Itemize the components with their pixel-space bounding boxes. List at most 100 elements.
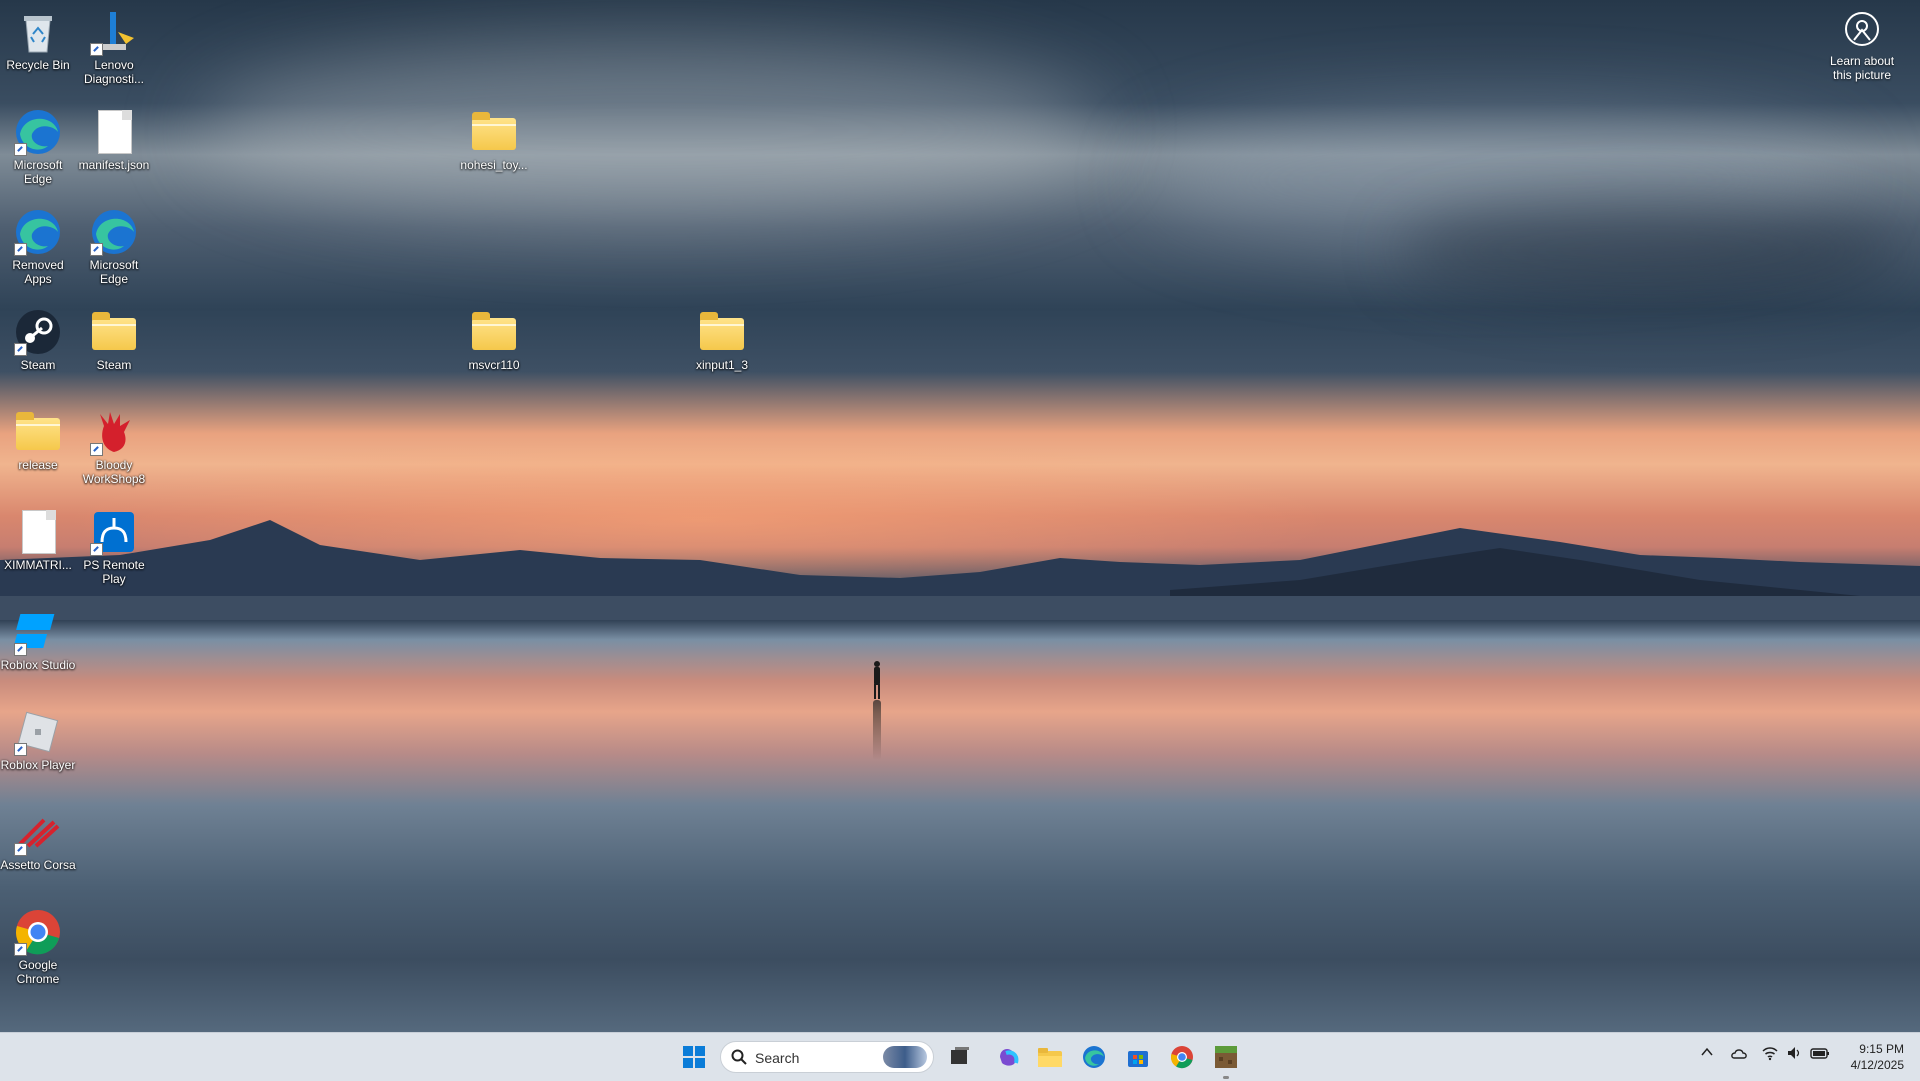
desktop-icon-removed-apps[interactable]: Removed Apps: [0, 208, 76, 286]
desktop-icon-steam[interactable]: Steam: [0, 308, 76, 372]
shortcut-arrow-icon: [14, 843, 27, 856]
desktop-icon-label: Bloody WorkShop8: [82, 458, 146, 486]
desktop-icon-manifest-json[interactable]: manifest.json: [76, 108, 152, 172]
clock-date: 4/12/2025: [1850, 1058, 1904, 1072]
desktop-icon-recycle-bin[interactable]: Recycle Bin: [0, 8, 76, 72]
taskbar-edge[interactable]: [1078, 1041, 1110, 1073]
shortcut-arrow-icon: [14, 643, 27, 656]
lenovo-diagnostics-icon: [90, 8, 138, 56]
folder-icon: [470, 108, 518, 156]
steam-icon: [14, 308, 62, 356]
minecraft-icon: [1215, 1046, 1237, 1068]
ps-remote-play-icon: [90, 508, 138, 556]
task-view-icon: [951, 1047, 969, 1064]
desktop-icon-label: Steam: [96, 358, 132, 372]
desktop-icon-lenovo-diagnostics[interactable]: Lenovo Diagnosti...: [76, 8, 152, 86]
volume-icon: [1788, 1047, 1800, 1059]
folder-icon: [90, 308, 138, 356]
microsoft-store-icon: [1128, 1051, 1148, 1067]
shortcut-arrow-icon: [14, 243, 27, 256]
chevron-up-icon: [1701, 1047, 1713, 1056]
taskbar-chrome[interactable]: [1166, 1041, 1198, 1073]
desktop-icon-label: Removed Apps: [12, 258, 64, 286]
wallpaper-reflection: [873, 700, 881, 760]
edge-icon: [14, 208, 62, 256]
learn-about-picture-button[interactable]: Learn about this picture: [1822, 12, 1902, 82]
desktop-icon-label: Recycle Bin: [6, 58, 70, 72]
desktop-icon-label: nohesi_toy...: [460, 158, 528, 172]
taskbar-microsoft-store[interactable]: [1122, 1041, 1154, 1073]
taskbar-clock[interactable]: 9:15 PM 4/12/2025: [1851, 1041, 1904, 1073]
tray-cloud[interactable]: [1730, 1045, 1748, 1064]
desktop-icon-ximmatri[interactable]: XIMMATRI...: [0, 508, 76, 572]
shortcut-arrow-icon: [90, 43, 103, 56]
desktop-icon-release[interactable]: release: [0, 408, 76, 472]
start-icon: [683, 1046, 705, 1068]
chrome-icon: [1170, 1046, 1193, 1069]
desktop-icon-xinput1-3[interactable]: xinput1_3: [684, 308, 760, 372]
desktop-icon-bloody-workshop[interactable]: Bloody WorkShop8: [76, 408, 152, 486]
show-hidden-icons-button[interactable]: [1700, 1045, 1714, 1062]
document-icon: [90, 108, 138, 156]
search-highlight-icon: [883, 1046, 927, 1068]
shortcut-arrow-icon: [14, 343, 27, 356]
folder-icon: [14, 408, 62, 456]
wallpaper-cloud: [200, 40, 1100, 220]
roblox-player-icon: [14, 708, 62, 756]
taskbar-microsoft-365[interactable]: [992, 1041, 1024, 1073]
tray-volume[interactable]: [1786, 1045, 1802, 1064]
desktop-icon-microsoft-edge-2[interactable]: Microsoft Edge: [76, 208, 152, 286]
learn-about-label: Learn about this picture: [1829, 54, 1895, 82]
bloody-icon: [90, 408, 138, 456]
desktop-icon-label: manifest.json: [78, 158, 150, 172]
search-icon: [731, 1049, 747, 1065]
folder-icon: [470, 308, 518, 356]
desktop-icon-google-chrome[interactable]: Google Chrome: [0, 908, 76, 986]
microsoft-365-icon: [1000, 1049, 1019, 1066]
edge-icon: [1083, 1046, 1105, 1068]
desktop-icon-label: msvcr110: [468, 358, 520, 372]
desktop-icon-label: Microsoft Edge: [13, 158, 63, 186]
tray-network[interactable]: [1762, 1045, 1778, 1064]
onedrive-icon: [1731, 1049, 1747, 1059]
desktop-icon-label: xinput1_3: [695, 358, 749, 372]
shortcut-arrow-icon: [14, 143, 27, 156]
battery-icon: [1810, 1048, 1829, 1059]
wallpaper-mountains: [0, 520, 1920, 620]
desktop-icon-steam-folder[interactable]: Steam: [76, 308, 152, 372]
desktop-icon-label: PS Remote Play: [83, 558, 145, 586]
desktop-icon-assetto-corsa[interactable]: Assetto Corsa: [0, 808, 76, 872]
running-indicator: [1223, 1076, 1229, 1079]
desktop-icon-ps-remote-play[interactable]: PS Remote Play: [76, 508, 152, 586]
desktop-icon-label: release: [18, 458, 58, 472]
start-button[interactable]: [678, 1041, 710, 1073]
assetto-corsa-icon: [14, 808, 62, 856]
edge-icon: [14, 108, 62, 156]
wallpaper-walker: [874, 661, 880, 699]
desktop-icon-microsoft-edge[interactable]: Microsoft Edge: [0, 108, 76, 186]
shortcut-arrow-icon: [90, 543, 103, 556]
desktop-icon-label: Microsoft Edge: [89, 258, 139, 286]
camera-icon: [1845, 12, 1879, 46]
taskbar-minecraft[interactable]: [1210, 1041, 1242, 1079]
wifi-icon: [1762, 1047, 1778, 1061]
desktop-icon-label: Assetto Corsa: [0, 858, 76, 872]
tray-battery[interactable]: [1810, 1045, 1830, 1064]
taskbar-file-explorer[interactable]: [1034, 1041, 1066, 1073]
edge-icon: [90, 208, 138, 256]
taskbar: Search 9:15 PM 4/12/2025: [0, 1032, 1920, 1081]
desktop-icon-roblox-studio[interactable]: Roblox Studio: [0, 608, 76, 672]
shortcut-arrow-icon: [90, 443, 103, 456]
desktop-icon-nohesi-toy[interactable]: nohesi_toy...: [456, 108, 532, 172]
taskbar-search-box[interactable]: Search: [720, 1041, 934, 1073]
document-icon: [14, 508, 62, 556]
shortcut-arrow-icon: [14, 943, 27, 956]
file-explorer-icon: [1038, 1048, 1062, 1067]
desktop-icon-msvcr110[interactable]: msvcr110: [456, 308, 532, 372]
desktop-icon-roblox-player[interactable]: Roblox Player: [0, 708, 76, 772]
task-view-button[interactable]: [944, 1041, 976, 1073]
desktop-icon-label: Roblox Player: [0, 758, 76, 772]
recycle-bin-icon: [14, 8, 62, 56]
wallpaper-cloud: [1400, 200, 1900, 300]
desktop-icon-label: Lenovo Diagnosti...: [83, 58, 145, 86]
